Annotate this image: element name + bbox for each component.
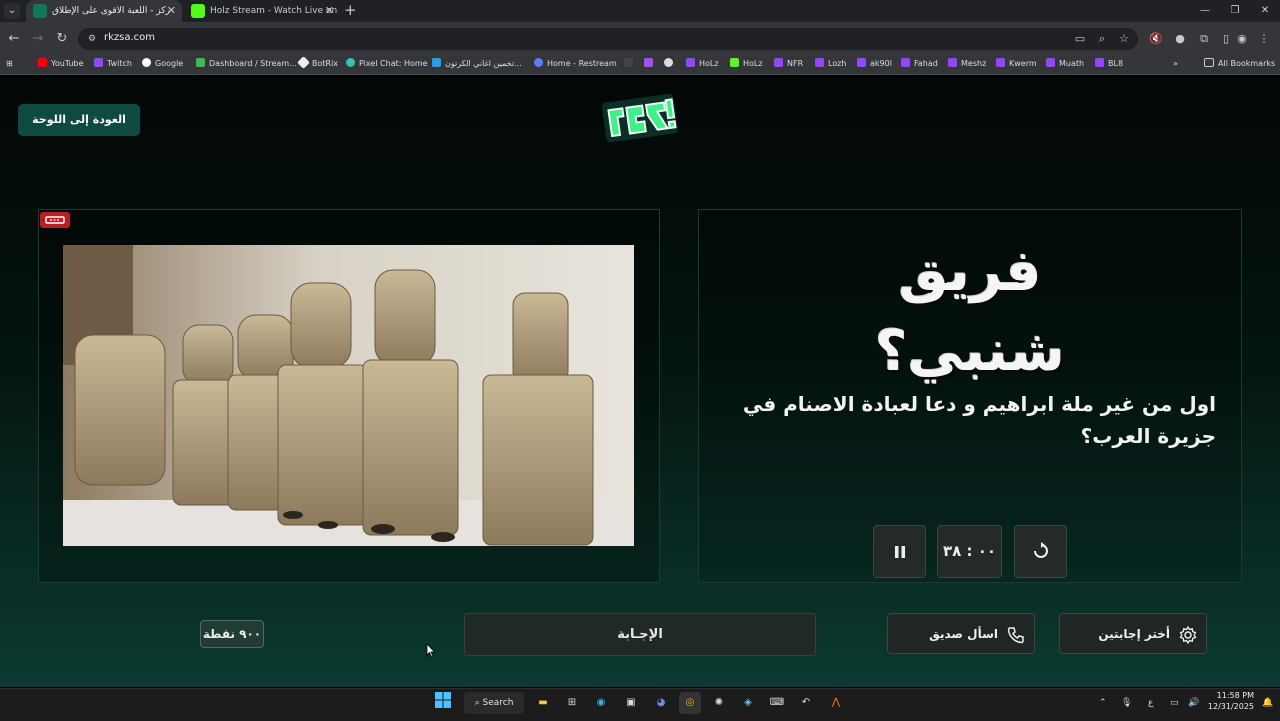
bookmark-fahad[interactable]: Fahad (901, 57, 938, 71)
restore-button[interactable]: ❐ (1220, 0, 1250, 22)
team-name-title: فريق شنبي؟ (875, 239, 1065, 384)
steam-icon[interactable]: ◈ (737, 692, 759, 714)
epic-games-icon[interactable]: ▣ (620, 692, 642, 714)
bookmark-holz-twitch[interactable]: HoLz (686, 57, 719, 71)
team-points-badge: ٩٠٠ نقطة (200, 620, 264, 648)
app-icon-3[interactable]: ⋀ (825, 692, 847, 714)
discord-icon[interactable]: ◕ (650, 692, 672, 714)
clock-date: 12/31/2025 (1207, 702, 1254, 711)
menu-kebab-icon[interactable]: ⋮ (1256, 31, 1272, 47)
tab-title: Holz Stream - Watch Live on Ki (210, 6, 340, 16)
keyboard-icon[interactable]: ⌨ (766, 692, 788, 714)
tab-rkzsa[interactable]: ركز - اللعبة الاقوى على الإطلاق ✕ (26, 0, 182, 22)
bookmark-youtube[interactable]: YouTube (38, 57, 84, 71)
url-text: rkzsa.com (104, 32, 156, 43)
edge-icon[interactable]: ◉ (590, 692, 612, 714)
tab-holz-stream[interactable]: Holz Stream - Watch Live on Ki ✕ (184, 0, 340, 22)
bookmark-bl8[interactable]: BL8 (1095, 57, 1123, 71)
gear-icon (1179, 625, 1197, 645)
bookmark-muath[interactable]: Muath (1046, 57, 1084, 71)
tab-list-button[interactable]: ⌄ (4, 3, 20, 19)
bookmark-twitch[interactable]: Twitch (94, 57, 132, 71)
reset-icon (1033, 542, 1048, 558)
bookmark-icon-3[interactable] (664, 57, 677, 71)
image-badge-icon (40, 212, 70, 228)
choose-two-label: أختر إجابتين (1098, 627, 1170, 641)
bookmark-google[interactable]: Google (142, 57, 183, 71)
tab-title: ركز - اللعبة الاقوى على الإطلاق (52, 6, 170, 16)
kick-favicon-icon (191, 4, 205, 18)
question-text: اول من غير ملة ابراهيم و دعا لعبادة الاص… (742, 392, 1216, 448)
address-bar[interactable] (78, 28, 1138, 50)
minimize-button[interactable]: — (1190, 0, 1220, 22)
bookmarks-bar (0, 55, 1280, 75)
extensions-puzzle-icon[interactable]: ⧉ (1196, 31, 1212, 47)
close-window-button[interactable]: ✕ (1250, 0, 1280, 22)
zoom-icon[interactable]: ⌕ (1094, 31, 1110, 47)
extension-icon[interactable]: ● (1172, 31, 1188, 47)
mouse-cursor-icon (426, 643, 436, 657)
rkzsa-favicon-icon (33, 4, 47, 18)
reload-icon[interactable]: ↻ (54, 30, 70, 48)
volume-icon[interactable]: 🔊 (1188, 692, 1199, 714)
bookmark-kwerm[interactable]: Kwerm (996, 57, 1037, 71)
chrome-icon[interactable]: ◎ (679, 692, 701, 714)
more-bookmarks-chevron-icon[interactable]: » (1173, 57, 1178, 71)
side-panel-icon[interactable]: ▯ (1218, 31, 1234, 47)
new-tab-button[interactable]: + (344, 1, 357, 19)
phone-icon (1007, 627, 1024, 644)
start-windows-icon[interactable] (432, 692, 454, 714)
pause-button[interactable] (873, 525, 926, 578)
notification-bell-icon[interactable]: 🔔 (1262, 692, 1273, 714)
app-icon[interactable]: ✺ (708, 692, 730, 714)
apps-grid-icon[interactable]: ⊞ (6, 57, 13, 71)
network-icon[interactable]: ▭ (1170, 692, 1179, 714)
store-icon[interactable]: ⊞ (561, 692, 583, 714)
choose-two-answers-button[interactable]: أختر إجابتين (1059, 613, 1207, 654)
site-info-icon[interactable]: ⚙ (84, 31, 100, 47)
mute-icon[interactable]: 🔇 (1148, 31, 1164, 47)
ask-friend-label: اسأل صديق (929, 627, 998, 641)
bookmark-dashboard[interactable]: Dashboard / Stream... (196, 57, 297, 71)
taskbar-clock[interactable]: 11:58 PM 12/31/2025 (1206, 690, 1254, 712)
rkz-logo (601, 93, 678, 143)
app-icon-2[interactable]: ↶ (795, 692, 817, 714)
ask-friend-button[interactable]: اسأل صديق (887, 613, 1035, 654)
all-bookmarks-folder[interactable]: All Bookmarks (1204, 57, 1275, 71)
bookmark-restream[interactable]: Home - Restream (534, 57, 617, 71)
bookmark-meshz[interactable]: Meshz (948, 57, 986, 71)
microphone-icon[interactable]: 🎙 (1121, 692, 1132, 714)
close-icon[interactable]: ✕ (167, 0, 176, 22)
bookmark-holz-kick[interactable]: HoLz (730, 57, 763, 71)
bookmark-botrix[interactable]: BotRix (297, 56, 338, 71)
bookmark-nfr[interactable]: NFR (774, 57, 803, 71)
bookmark-icon-2[interactable] (644, 57, 657, 71)
cast-icon[interactable]: ▭ (1072, 31, 1088, 47)
profile-avatar[interactable]: ◉ (1234, 31, 1250, 47)
bookmark-pixel-chat[interactable]: Pixel Chat: Home (346, 57, 428, 71)
clock-time: 11:58 PM (1216, 691, 1254, 700)
reset-timer-button[interactable] (1014, 525, 1067, 578)
forward-arrow-icon[interactable]: → (30, 30, 46, 48)
reveal-answer-button[interactable]: الإجـابة (464, 613, 816, 656)
file-explorer-icon[interactable]: ▬ (532, 692, 554, 714)
pause-icon (894, 546, 905, 558)
bookmark-lozh[interactable]: Lozh (815, 57, 846, 71)
tray-chevron-icon[interactable]: ⌃ (1099, 692, 1107, 714)
close-icon[interactable]: ✕ (325, 0, 334, 22)
input-language[interactable]: ع (1148, 692, 1153, 714)
bookmark-cartoon-songs[interactable]: تخمين اغاني الكرتون... (432, 57, 522, 71)
idols-statues-image (63, 245, 634, 546)
back-arrow-icon[interactable]: ← (6, 30, 22, 48)
bookmark-star-icon[interactable]: ☆ (1116, 31, 1132, 47)
back-to-dashboard-button[interactable]: العودة إلى اللوحة (18, 104, 140, 136)
taskbar-search-button[interactable]: ⌕ Search (464, 692, 524, 714)
bookmark-ak90l[interactable]: ak90l (857, 57, 892, 71)
countdown-timer: ٠٠ : ٣٨ (937, 525, 1002, 578)
bookmark-icon-1[interactable] (624, 57, 637, 71)
